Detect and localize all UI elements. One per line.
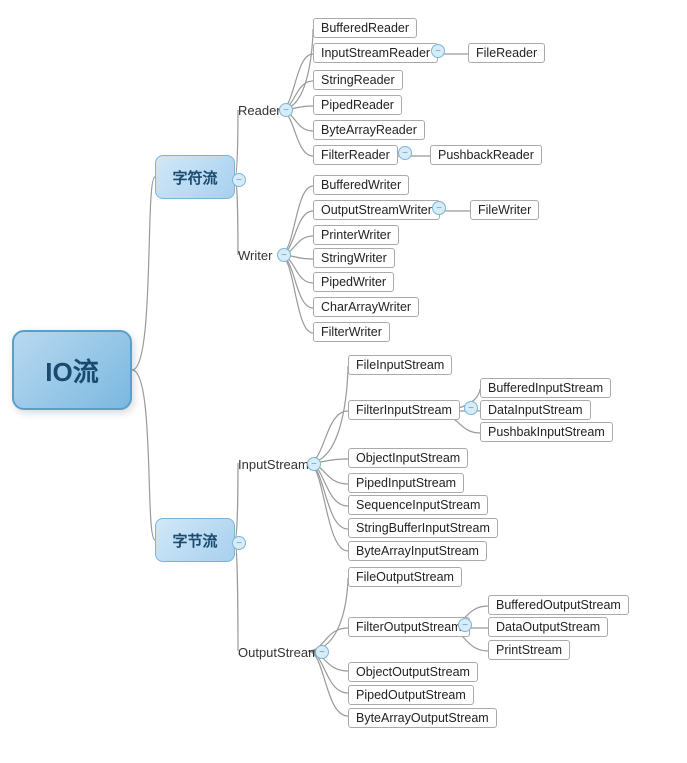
string-writer: StringWriter: [313, 248, 395, 268]
pushback-reader: PushbackReader: [430, 145, 542, 165]
piped-outputstream: PipedOutputStream: [348, 685, 474, 705]
reader-collapse[interactable]: −: [279, 103, 293, 117]
buffered-reader: BufferedReader: [313, 18, 417, 38]
inputstream-reader-collapse[interactable]: −: [431, 44, 445, 58]
filter-reader-collapse[interactable]: −: [398, 146, 412, 160]
buffered-inputstream: BufferedInputStream: [480, 378, 611, 398]
piped-reader: PipedReader: [313, 95, 402, 115]
bytearray-inputstream: ByteArrayInputStream: [348, 541, 487, 561]
bytearray-outputstream: ByteArrayOutputStream: [348, 708, 497, 728]
char-stream-collapse[interactable]: −: [232, 173, 246, 187]
filter-outputstream: FilterOutputStream: [348, 617, 470, 637]
chararray-writer: CharArrayWriter: [313, 297, 419, 317]
outputstream-writer-collapse[interactable]: −: [432, 201, 446, 215]
sequence-inputstream: SequenceInputStream: [348, 495, 488, 515]
writer-collapse[interactable]: −: [277, 248, 291, 262]
filter-outputstream-collapse[interactable]: −: [458, 618, 472, 632]
root-node: IO流: [12, 330, 132, 410]
reader-node: Reader: [238, 103, 281, 118]
buffered-writer: BufferedWriter: [313, 175, 409, 195]
stringbuffer-inputstream: StringBufferInputStream: [348, 518, 498, 538]
inputstream-node: InputStream: [238, 457, 309, 472]
byte-stream-node: 字节流: [155, 518, 235, 562]
file-inputstream: FileInputStream: [348, 355, 452, 375]
file-outputstream: FileOutputStream: [348, 567, 462, 587]
byte-stream-label: 字节流: [172, 530, 217, 551]
pushback-inputstream: PushbakInputStream: [480, 422, 613, 442]
piped-writer: PipedWriter: [313, 272, 394, 292]
outputstream-node: OutputStream: [238, 645, 319, 660]
filter-inputstream: FilterInputStream: [348, 400, 460, 420]
data-inputstream: DataInputStream: [480, 400, 591, 420]
string-reader: StringReader: [313, 70, 403, 90]
object-inputstream: ObjectInputStream: [348, 448, 468, 468]
filter-reader: FilterReader: [313, 145, 398, 165]
char-stream-node: 字符流: [155, 155, 235, 199]
writer-node: Writer: [238, 248, 272, 263]
bytearray-reader: ByteArrayReader: [313, 120, 425, 140]
print-stream: PrintStream: [488, 640, 570, 660]
filereader: FileReader: [468, 43, 545, 63]
outputstream-collapse[interactable]: −: [315, 645, 329, 659]
filewriter: FileWriter: [470, 200, 539, 220]
buffered-outputstream: BufferedOutputStream: [488, 595, 629, 615]
piped-inputstream: PipedInputStream: [348, 473, 464, 493]
object-outputstream: ObjectOutputStream: [348, 662, 478, 682]
data-outputstream: DataOutputStream: [488, 617, 608, 637]
byte-stream-collapse[interactable]: −: [232, 536, 246, 550]
inputstream-collapse[interactable]: −: [307, 457, 321, 471]
mind-map: IO流 字符流 − Reader − BufferedReader InputS…: [0, 0, 687, 763]
inputstream-reader: InputStreamReader: [313, 43, 438, 63]
printer-writer: PrinterWriter: [313, 225, 399, 245]
filter-writer: FilterWriter: [313, 322, 390, 342]
outputstream-writer: OutputStreamWriter: [313, 200, 440, 220]
char-stream-label: 字符流: [172, 167, 217, 188]
root-label: IO流: [45, 352, 98, 389]
filter-inputstream-collapse[interactable]: −: [464, 401, 478, 415]
